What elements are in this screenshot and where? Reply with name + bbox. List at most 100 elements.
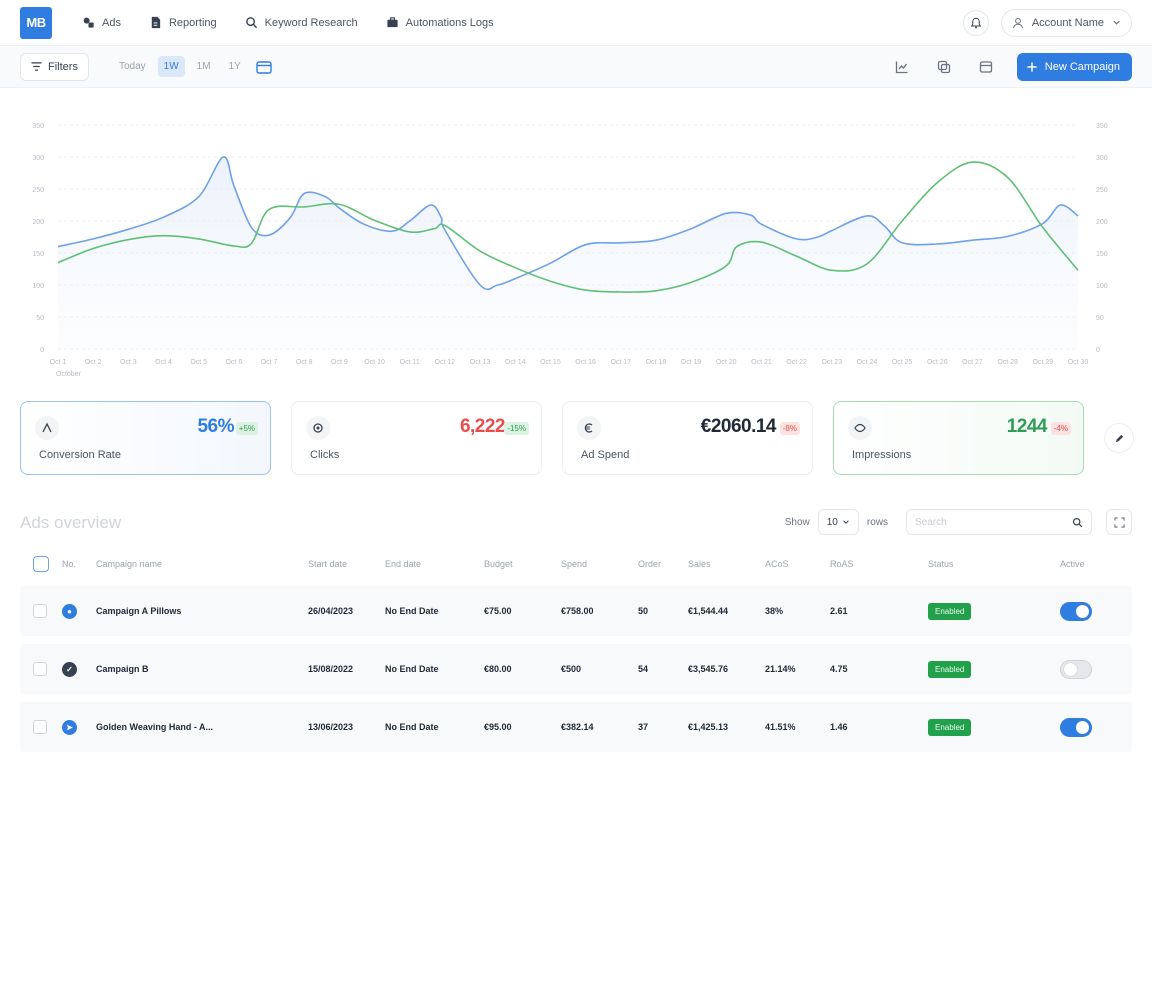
filters-button[interactable]: Filters bbox=[20, 52, 89, 81]
row-no: ✓ bbox=[62, 661, 96, 677]
y-tick-label-right: 0 bbox=[1096, 347, 1100, 354]
new-campaign-label: New Campaign bbox=[1044, 60, 1120, 73]
chevron-down-icon bbox=[1113, 20, 1120, 25]
kpi-card-ad-spend[interactable]: €2060.14 -8% Ad Spend bbox=[562, 401, 813, 475]
row-checkbox[interactable] bbox=[33, 662, 47, 676]
col-campaign-name[interactable]: Campaign name bbox=[96, 559, 308, 569]
new-campaign-button[interactable]: New Campaign bbox=[1016, 52, 1132, 81]
y-tick-label-left: 0 bbox=[40, 347, 44, 354]
range-1y[interactable]: 1Y bbox=[223, 56, 247, 77]
chart-view-button[interactable] bbox=[891, 56, 913, 78]
custom-date-button[interactable] bbox=[253, 56, 275, 78]
x-tick-label: Oct 25 bbox=[892, 359, 913, 366]
col-status[interactable]: Status bbox=[928, 559, 1060, 569]
kpi-card-conversion-rate[interactable]: 56% +5% Conversion Rate bbox=[20, 401, 271, 475]
row-checkbox[interactable] bbox=[33, 720, 47, 734]
kpi-label: Conversion Rate bbox=[39, 449, 121, 461]
order: 37 bbox=[638, 722, 649, 732]
kpi-value: 1244 bbox=[1006, 416, 1048, 437]
reporting-icon bbox=[151, 16, 161, 29]
nav-link-ads[interactable]: Ads bbox=[82, 16, 121, 29]
copy-button[interactable] bbox=[933, 56, 955, 78]
conversion-icon bbox=[35, 416, 59, 440]
table-row[interactable]: ● Campaign A Pillows 26/04/2023 No End D… bbox=[20, 586, 1132, 636]
acos: 38% bbox=[765, 606, 784, 616]
kpi-card-clicks[interactable]: 6,222 -15% Clicks bbox=[291, 401, 542, 475]
col-acos[interactable]: ACoS bbox=[765, 559, 830, 569]
export-button[interactable] bbox=[975, 56, 997, 78]
active-toggle[interactable] bbox=[1060, 601, 1092, 621]
x-tick-label: Oct 2 bbox=[85, 359, 102, 366]
select-all-checkbox[interactable] bbox=[33, 556, 49, 572]
campaign-name[interactable]: Campaign A Pillows bbox=[96, 606, 308, 616]
rows-per-page-select[interactable]: 10 bbox=[817, 509, 859, 535]
app-logo[interactable]: MB bbox=[20, 6, 52, 39]
budget: €80.00 bbox=[484, 664, 512, 674]
account-name: Account Name bbox=[1031, 16, 1104, 29]
status-cell: Enabled bbox=[928, 718, 1060, 736]
col-sales[interactable]: Sales bbox=[688, 559, 765, 569]
table-row[interactable]: ✓ Campaign B 15/08/2022 No End Date €80.… bbox=[20, 644, 1132, 694]
col-budget[interactable]: Budget bbox=[484, 559, 561, 569]
col-start-date[interactable]: Start date bbox=[308, 559, 385, 569]
range-today[interactable]: Today bbox=[113, 56, 152, 77]
rows-per-page-value: 10 bbox=[826, 516, 838, 528]
end-date: No End Date bbox=[385, 722, 439, 732]
range-1w[interactable]: 1W bbox=[157, 56, 185, 77]
nav-link-label: Automations Logs bbox=[405, 16, 494, 29]
row-checkbox[interactable] bbox=[33, 604, 47, 618]
active-toggle[interactable] bbox=[1060, 717, 1092, 737]
notifications-button[interactable] bbox=[962, 9, 989, 36]
sales: €3,545.76 bbox=[688, 664, 729, 674]
bell-icon bbox=[970, 17, 982, 28]
kpi-card-impressions[interactable]: 1244 -4% Impressions bbox=[833, 401, 1084, 475]
col-active[interactable]: Active bbox=[1060, 559, 1120, 569]
x-tick-label: Oct 20 bbox=[716, 359, 737, 366]
x-tick-label: Oct 14 bbox=[505, 359, 526, 366]
table-row[interactable]: ➤ Golden Weaving Hand - A... 13/06/2023 … bbox=[20, 702, 1132, 752]
y-tick-label-left: 150 bbox=[32, 251, 44, 258]
y-tick-label-left: 350 bbox=[32, 123, 44, 130]
fullscreen-button[interactable] bbox=[1106, 509, 1132, 535]
performance-chart-svg: 0 0 50 50 100 100 150 150 200 200 250 250 300 300 350 3… bbox=[32, 123, 1108, 378]
x-tick-label: Oct 28 bbox=[997, 359, 1018, 366]
x-tick-label: Oct 13 bbox=[470, 359, 491, 366]
col-end-date[interactable]: End date bbox=[385, 559, 484, 569]
status-badge: Enabled bbox=[928, 660, 972, 678]
briefcase-icon bbox=[387, 17, 398, 28]
nav-link-keyword-research[interactable]: Keyword Research bbox=[245, 16, 358, 29]
filter-icon bbox=[31, 62, 42, 71]
col-spend[interactable]: Spend bbox=[561, 559, 638, 569]
kpi-change-badge: -8% bbox=[779, 422, 800, 435]
active-toggle[interactable] bbox=[1060, 659, 1092, 679]
col-roas[interactable]: RoAS bbox=[830, 559, 928, 569]
filters-label: Filters bbox=[48, 60, 78, 73]
x-tick-label: Oct 4 bbox=[155, 359, 172, 366]
col-order[interactable]: Order bbox=[638, 559, 688, 569]
date-range-selector: Today 1W 1M 1Y bbox=[113, 56, 275, 78]
nav-links: Ads Reporting Keyword Research Automatio… bbox=[82, 16, 494, 29]
x-tick-label: Oct 23 bbox=[821, 359, 842, 366]
nav-link-label: Ads bbox=[102, 16, 121, 29]
y-tick-label-right: 300 bbox=[1096, 155, 1108, 162]
active-cell bbox=[1060, 659, 1120, 679]
y-tick-label-left: 100 bbox=[32, 283, 44, 290]
search-input[interactable] bbox=[915, 516, 1072, 528]
x-tick-label: Oct 7 bbox=[261, 359, 278, 366]
nav-link-automations-logs[interactable]: Automations Logs bbox=[386, 16, 494, 29]
account-menu[interactable]: Account Name bbox=[1000, 8, 1132, 37]
col-no[interactable]: No. bbox=[62, 559, 96, 569]
range-1m[interactable]: 1M bbox=[191, 56, 217, 77]
edit-kpis-button[interactable] bbox=[1104, 423, 1134, 453]
nav-link-reporting[interactable]: Reporting bbox=[149, 16, 217, 29]
toggle-knob bbox=[1076, 604, 1089, 618]
search-box bbox=[906, 509, 1092, 535]
toolbar-actions: New Campaign bbox=[891, 52, 1132, 81]
end-date: No End Date bbox=[385, 664, 439, 674]
campaign-name[interactable]: Golden Weaving Hand - A... bbox=[96, 722, 308, 732]
x-tick-label: Oct 12 bbox=[435, 359, 456, 366]
campaign-name[interactable]: Campaign B bbox=[96, 664, 308, 674]
kpi-change-badge: +5% bbox=[235, 422, 258, 435]
search-icon[interactable] bbox=[1072, 517, 1083, 528]
row-no: ● bbox=[62, 603, 96, 619]
